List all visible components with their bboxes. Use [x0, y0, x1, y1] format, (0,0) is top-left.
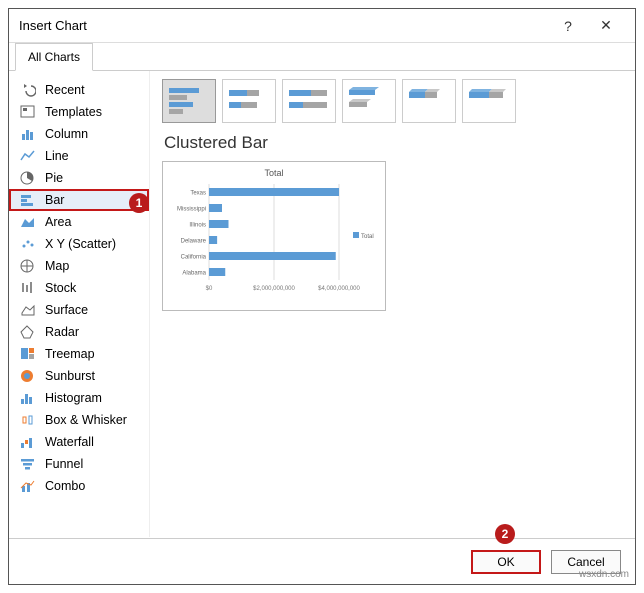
- subtype-3d-clustered-bar[interactable]: [342, 79, 396, 123]
- preview-plot: $0 $2,000,000,000 $4,000,000,000 Texas Missi…: [167, 182, 381, 302]
- cat-label: Line: [45, 149, 69, 163]
- cat-label: Column: [45, 127, 88, 141]
- tab-strip: All Charts: [9, 43, 635, 71]
- subtype-3d-100-stacked-bar[interactable]: [462, 79, 516, 123]
- insert-chart-dialog: Insert Chart ? ✕ All Charts Recent Templ…: [8, 8, 636, 585]
- annotation-badge-1: 1: [129, 193, 149, 213]
- radar-chart-icon: [19, 324, 37, 340]
- cat-label: Recent: [45, 83, 85, 97]
- svg-text:Alabama: Alabama: [182, 270, 206, 276]
- svg-text:$4,000,000,000: $4,000,000,000: [318, 286, 360, 292]
- templates-icon: [19, 104, 37, 120]
- cat-bar[interactable]: Bar 1: [9, 189, 149, 211]
- cat-label: Box & Whisker: [45, 413, 127, 427]
- area-chart-icon: [19, 214, 37, 230]
- cat-radar[interactable]: Radar: [9, 321, 149, 343]
- cat-label: Waterfall: [45, 435, 94, 449]
- svg-text:Illinois: Illinois: [189, 222, 206, 228]
- bar-chart-icon: [19, 192, 37, 208]
- annotation-badge-2: 2: [495, 524, 515, 544]
- sunburst-chart-icon: [19, 368, 37, 384]
- cat-templates[interactable]: Templates: [9, 101, 149, 123]
- cat-combo[interactable]: Combo: [9, 475, 149, 497]
- line-chart-icon: [19, 148, 37, 164]
- cat-label: Area: [45, 215, 71, 229]
- cat-line[interactable]: Line: [9, 145, 149, 167]
- subtype-100-stacked-bar[interactable]: [282, 79, 336, 123]
- cat-label: Pie: [45, 171, 63, 185]
- cat-label: Radar: [45, 325, 79, 339]
- dialog-title: Insert Chart: [19, 18, 549, 33]
- subtype-row: [162, 79, 623, 123]
- scatter-chart-icon: [19, 236, 37, 252]
- stock-chart-icon: [19, 280, 37, 296]
- cat-funnel[interactable]: Funnel: [9, 453, 149, 475]
- cat-label: Templates: [45, 105, 102, 119]
- tab-all-charts[interactable]: All Charts: [15, 43, 93, 71]
- waterfall-chart-icon: [19, 434, 37, 450]
- cat-label: Map: [45, 259, 69, 273]
- svg-text:$0: $0: [206, 286, 213, 292]
- ok-button[interactable]: OK: [471, 550, 541, 574]
- cat-treemap[interactable]: Treemap: [9, 343, 149, 365]
- cat-label: X Y (Scatter): [45, 237, 116, 251]
- histogram-chart-icon: [19, 390, 37, 406]
- cat-label: Sunburst: [45, 369, 95, 383]
- pie-chart-icon: [19, 170, 37, 186]
- treemap-chart-icon: [19, 346, 37, 362]
- subtype-stacked-bar[interactable]: [222, 79, 276, 123]
- close-button[interactable]: ✕: [587, 17, 625, 34]
- cat-label: Treemap: [45, 347, 95, 361]
- cat-recent[interactable]: Recent: [9, 79, 149, 101]
- subtype-3d-stacked-bar[interactable]: [402, 79, 456, 123]
- svg-text:Texas: Texas: [190, 190, 206, 196]
- cat-box-whisker[interactable]: Box & Whisker: [9, 409, 149, 431]
- column-chart-icon: [19, 126, 37, 142]
- titlebar: Insert Chart ? ✕: [9, 9, 635, 43]
- funnel-chart-icon: [19, 456, 37, 472]
- cat-pie[interactable]: Pie: [9, 167, 149, 189]
- cat-label: Bar: [45, 193, 64, 207]
- cat-histogram[interactable]: Histogram: [9, 387, 149, 409]
- cat-surface[interactable]: Surface: [9, 299, 149, 321]
- cat-scatter[interactable]: X Y (Scatter): [9, 233, 149, 255]
- undo-icon: [19, 82, 37, 98]
- cat-label: Surface: [45, 303, 88, 317]
- combo-chart-icon: [19, 478, 37, 494]
- svg-text:California: California: [181, 254, 207, 260]
- dialog-footer: 2 OK Cancel: [9, 538, 635, 584]
- cat-label: Combo: [45, 479, 85, 493]
- cat-sunburst[interactable]: Sunburst: [9, 365, 149, 387]
- cat-label: Stock: [45, 281, 76, 295]
- help-button[interactable]: ?: [549, 18, 587, 34]
- surface-chart-icon: [19, 302, 37, 318]
- cat-label: Histogram: [45, 391, 102, 405]
- chart-subtype-panel: Clustered Bar Total $0 $2,000,000,000 $4,0…: [149, 71, 635, 537]
- svg-text:Delaware: Delaware: [181, 238, 207, 244]
- cat-waterfall[interactable]: Waterfall: [9, 431, 149, 453]
- cat-map[interactable]: Map: [9, 255, 149, 277]
- preview-title: Total: [167, 168, 381, 178]
- subtype-clustered-bar[interactable]: [162, 79, 216, 123]
- cat-stock[interactable]: Stock: [9, 277, 149, 299]
- chart-category-list: Recent Templates Column Line Pie Bar: [9, 71, 149, 537]
- cat-column[interactable]: Column: [9, 123, 149, 145]
- cat-label: Funnel: [45, 457, 83, 471]
- svg-text:Total: Total: [361, 234, 374, 240]
- cat-area[interactable]: Area: [9, 211, 149, 233]
- map-chart-icon: [19, 258, 37, 274]
- watermark: wsxdn.com: [579, 569, 629, 580]
- subtype-title: Clustered Bar: [164, 133, 623, 153]
- svg-text:Mississippi: Mississippi: [177, 206, 206, 212]
- chart-preview[interactable]: Total $0 $2,000,000,000 $4,000,000,000 Texa…: [162, 161, 386, 311]
- svg-text:$2,000,000,000: $2,000,000,000: [253, 286, 295, 292]
- box-whisker-icon: [19, 412, 37, 428]
